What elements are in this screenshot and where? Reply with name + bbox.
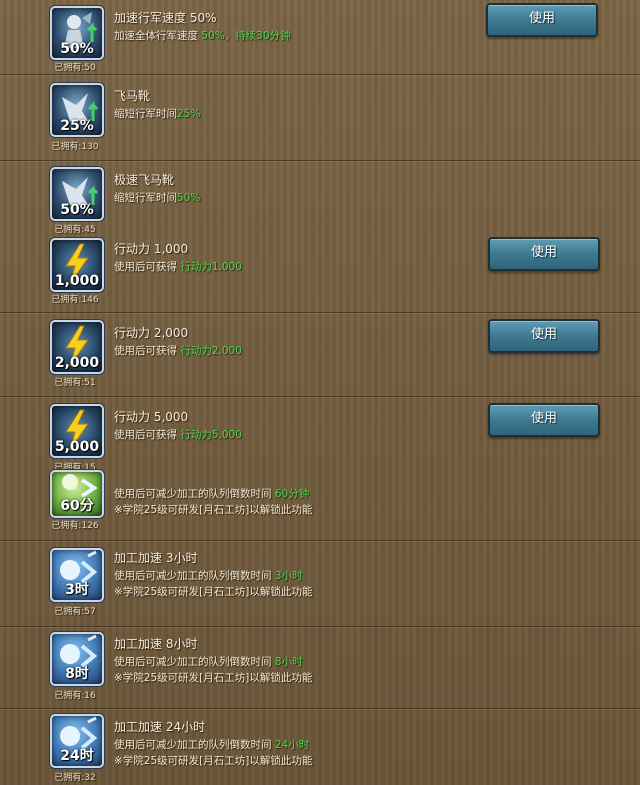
lightning-icon: 2,000 bbox=[50, 320, 104, 374]
icon-label: 25% bbox=[60, 118, 94, 134]
item-desc: 使用后可获得 行动力5,000 bbox=[114, 427, 242, 442]
lightning-icon: 1,000 bbox=[50, 238, 104, 292]
icon-label: 50% bbox=[60, 41, 94, 57]
item-title: 加速行军速度 50% bbox=[114, 11, 217, 25]
desc-text: 缩短行军时间 bbox=[114, 192, 177, 204]
item-desc: 使用后可减少加工的队列倒数时间 3小时 bbox=[114, 568, 303, 583]
desc-highlight: 50% bbox=[177, 192, 201, 204]
knight-icon: 50% bbox=[50, 6, 104, 60]
unlock-note: ※学院25级可研发[月石工坊]以解锁此功能 bbox=[114, 755, 313, 767]
use-button[interactable]: 使用 bbox=[488, 237, 600, 271]
owned-count: 已拥有:51 bbox=[54, 378, 96, 388]
crystal-hammer-icon: 60分 bbox=[50, 470, 104, 518]
desc-highlight: 25% bbox=[177, 108, 201, 120]
desc-text: 加速全体行军速度 bbox=[114, 30, 198, 42]
item-desc: 使用后可减少加工的队列倒数时间 24小时 bbox=[114, 737, 309, 752]
item-title: 加工加速 8小时 bbox=[114, 637, 198, 651]
desc-text: 缩短行军时间 bbox=[114, 108, 177, 120]
item-row-pegasus-boots: 25% 已拥有:130 飞马靴 缩短行军时间25% bbox=[0, 74, 640, 161]
desc-highlight: 3小时 bbox=[274, 570, 303, 582]
item-title: 行动力 2,000 bbox=[114, 326, 189, 340]
item-row-fast-pegasus-boots: 50% 已拥有:45 极速飞马靴 缩短行军时间50% bbox=[0, 160, 640, 235]
use-button[interactable]: 使用 bbox=[486, 3, 598, 37]
winged-boots-icon: 50% bbox=[50, 167, 104, 221]
owned-count: 已拥有:50 bbox=[54, 63, 96, 73]
crystal-hammer-icon: 8时 bbox=[50, 632, 104, 686]
desc-highlight: 8小时 bbox=[274, 656, 303, 668]
owned-count: 已拥有:16 bbox=[54, 691, 96, 701]
desc-highlight: 24小时 bbox=[274, 739, 310, 751]
item-row-march-speed: 50% 已拥有:50 加速行军速度 50% 加速全体行军速度 50%，持续30分… bbox=[0, 0, 640, 75]
item-row-energy-5000: 5,000 已拥有:15 行动力 5,000 使用后可获得 行动力5,000 使… bbox=[0, 396, 640, 480]
item-title: 极速飞马靴 bbox=[114, 173, 175, 187]
item-row-craft-3h: 3时 已拥有:57 加工加速 3小时 使用后可减少加工的队列倒数时间 3小时 ※… bbox=[0, 540, 640, 627]
desc-highlight: 行动力5,000 bbox=[180, 429, 242, 441]
owned-count: 已拥有:146 bbox=[51, 295, 99, 305]
desc-text: 使用后可减少加工的队列倒数时间 bbox=[114, 656, 272, 668]
icon-label: 3时 bbox=[65, 582, 89, 598]
icon-label: 5,000 bbox=[54, 439, 100, 455]
desc-text: 使用后可获得 bbox=[114, 261, 177, 273]
item-desc: 使用后可减少加工的队列倒数时间 60分钟 bbox=[114, 486, 309, 501]
desc-text: 使用后可获得 bbox=[114, 345, 177, 357]
item-desc: 缩短行军时间50% bbox=[114, 190, 200, 205]
crystal-hammer-icon: 3时 bbox=[50, 548, 104, 602]
desc-text: 使用后可获得 bbox=[114, 429, 177, 441]
item-desc: 使用后可减少加工的队列倒数时间 8小时 bbox=[114, 654, 303, 669]
unlock-note: ※学院25级可研发[月石工坊]以解锁此功能 bbox=[114, 586, 313, 598]
icon-label: 1,000 bbox=[54, 273, 100, 289]
desc-text: 使用后可减少加工的队列倒数时间 bbox=[114, 739, 272, 751]
icon-label: 8时 bbox=[65, 666, 89, 682]
desc-highlight: 50%，持续30分钟 bbox=[201, 30, 291, 42]
item-row-craft-24h: 24时 已拥有:32 加工加速 24小时 使用后可减少加工的队列倒数时间 24小… bbox=[0, 708, 640, 785]
icon-label: 60分 bbox=[60, 498, 94, 514]
unlock-note: ※学院25级可研发[月石工坊]以解锁此功能 bbox=[114, 504, 313, 516]
item-desc: 缩短行军时间25% bbox=[114, 106, 200, 121]
item-desc: 加速全体行军速度 50%，持续30分钟 bbox=[114, 28, 291, 43]
item-title: 行动力 5,000 bbox=[114, 410, 189, 424]
item-row-energy-1000: 1,000 已拥有:146 行动力 1,000 使用后可获得 行动力1,000 … bbox=[0, 234, 640, 313]
desc-highlight: 60分钟 bbox=[274, 488, 310, 500]
item-row-craft-60min: 60分 已拥有:126 使用后可减少加工的队列倒数时间 60分钟 ※学院25级可… bbox=[0, 470, 640, 541]
item-row-energy-2000: 2,000 已拥有:51 行动力 2,000 使用后可获得 行动力2,000 使… bbox=[0, 312, 640, 397]
lightning-icon: 5,000 bbox=[50, 404, 104, 458]
unlock-note: ※学院25级可研发[月石工坊]以解锁此功能 bbox=[114, 672, 313, 684]
crystal-hammer-icon: 24时 bbox=[50, 714, 104, 768]
item-title: 飞马靴 bbox=[114, 89, 151, 103]
icon-label: 50% bbox=[60, 202, 94, 218]
desc-highlight: 行动力2,000 bbox=[180, 345, 242, 357]
item-desc: 使用后可获得 行动力1,000 bbox=[114, 259, 242, 274]
owned-count: 已拥有:57 bbox=[54, 607, 96, 617]
item-desc: 使用后可获得 行动力2,000 bbox=[114, 343, 242, 358]
desc-text: 使用后可减少加工的队列倒数时间 bbox=[114, 570, 272, 582]
desc-text: 使用后可减少加工的队列倒数时间 bbox=[114, 488, 272, 500]
item-title: 加工加速 24小时 bbox=[114, 720, 206, 734]
item-title: 加工加速 3小时 bbox=[114, 551, 198, 565]
icon-label: 24时 bbox=[60, 748, 94, 764]
owned-count: 已拥有:126 bbox=[51, 521, 99, 531]
owned-count: 已拥有:32 bbox=[54, 773, 96, 783]
use-button[interactable]: 使用 bbox=[488, 403, 600, 437]
use-button[interactable]: 使用 bbox=[488, 319, 600, 353]
desc-highlight: 行动力1,000 bbox=[180, 261, 242, 273]
owned-count: 已拥有:130 bbox=[51, 142, 99, 152]
icon-label: 2,000 bbox=[54, 355, 100, 371]
winged-boots-icon: 25% bbox=[50, 83, 104, 137]
item-title: 行动力 1,000 bbox=[114, 242, 189, 256]
item-row-craft-8h: 8时 已拥有:16 加工加速 8小时 使用后可减少加工的队列倒数时间 8小时 ※… bbox=[0, 626, 640, 709]
